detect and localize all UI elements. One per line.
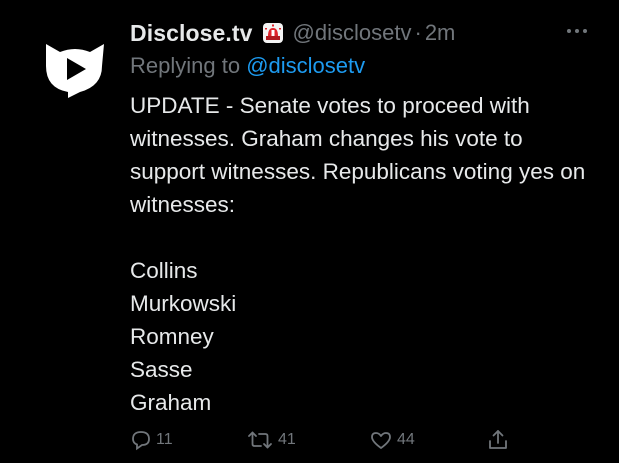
name-line: Murkowski xyxy=(130,291,237,316)
name-line: Graham xyxy=(130,390,212,415)
retweet-icon xyxy=(246,429,274,451)
reply-icon xyxy=(130,429,152,451)
name-line: Sasse xyxy=(130,357,193,382)
display-name[interactable]: Disclose.tv xyxy=(130,20,253,47)
disclosetv-logo-icon[interactable] xyxy=(40,36,110,98)
tweet-header: Disclose.tv @disclosetv · 2m xyxy=(130,17,455,49)
handle[interactable]: @disclosetv xyxy=(293,20,412,46)
names-list: Collins Murkowski Romney Sasse Graham xyxy=(130,254,236,419)
tweet-text: UPDATE - Senate votes to proceed with wi… xyxy=(130,89,600,221)
reply-prefix: Replying to xyxy=(130,53,241,78)
share-icon xyxy=(486,428,510,452)
retweet-button[interactable]: 41 xyxy=(246,426,296,454)
reply-handle-link[interactable]: @disclosetv xyxy=(246,53,365,78)
police-siren-icon xyxy=(262,22,284,44)
like-count: 44 xyxy=(397,431,415,448)
share-button[interactable] xyxy=(486,426,510,454)
retweet-count: 41 xyxy=(278,431,296,448)
timestamp[interactable]: 2m xyxy=(425,20,456,46)
tweet[interactable]: Disclose.tv @disclosetv · 2m Replying to… xyxy=(0,0,619,463)
separator: · xyxy=(414,20,422,45)
replying-to: Replying to @disclosetv xyxy=(130,53,365,79)
like-button[interactable]: 44 xyxy=(369,426,415,454)
heart-icon xyxy=(369,429,393,451)
name-line: Collins xyxy=(130,258,198,283)
name-line: Romney xyxy=(130,324,214,349)
tweet-body: UPDATE - Senate votes to proceed with wi… xyxy=(130,93,586,217)
reply-count: 11 xyxy=(156,431,173,448)
more-options-icon[interactable] xyxy=(566,24,588,36)
reply-button[interactable]: 11 xyxy=(130,426,173,454)
